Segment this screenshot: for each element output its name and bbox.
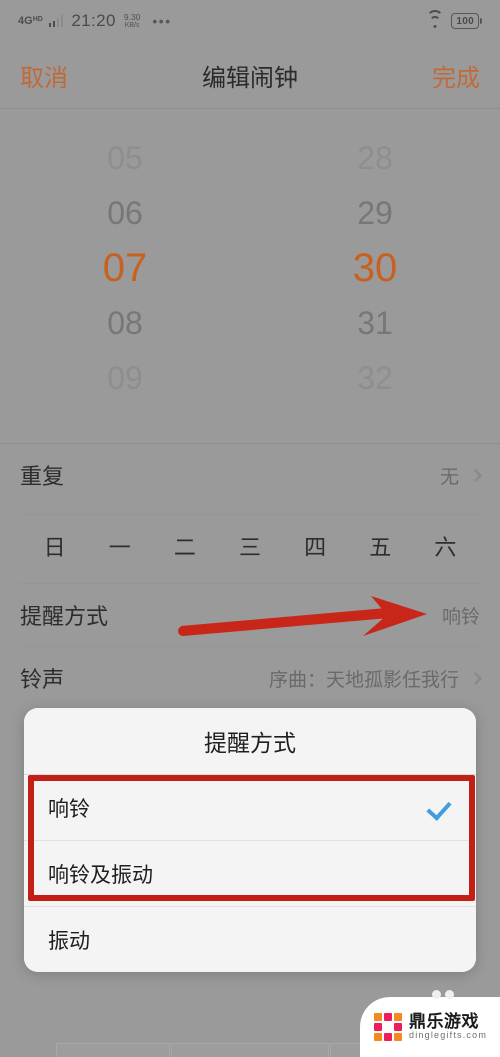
hour-option[interactable]: 08 [107, 296, 143, 351]
network-type-icon: 4G HD [18, 14, 43, 27]
signal-bars-icon [48, 15, 64, 27]
watermark-logo-icon [374, 1013, 402, 1041]
weekday-selector[interactable]: 日 一 二 三 四 五 六 [0, 515, 500, 577]
network-speed-unit: KB/s [124, 21, 140, 29]
repeat-value: 无 [439, 466, 459, 488]
dialog-option-ring[interactable]: 响铃 [24, 774, 476, 840]
nav-back-area[interactable] [56, 1043, 170, 1057]
hour-picker-column[interactable]: 05 06 07 08 09 [0, 112, 250, 425]
done-button[interactable]: 完成 [432, 58, 480, 93]
dialog-title: 提醒方式 [24, 708, 476, 774]
weekday-mon[interactable]: 一 [87, 530, 152, 562]
ringtone-value: 序曲：天地孤影任我行 [268, 669, 459, 691]
dialog-option-label: 响铃 [48, 797, 90, 821]
watermark-name-en: dinglegifts.com [409, 1030, 488, 1041]
status-bar: 4G HD 21:20 9.30 KB/s ••• 100 [0, 0, 500, 42]
weekday-fri[interactable]: 五 [348, 530, 413, 562]
dialog-option-label: 响铃及振动 [48, 863, 153, 887]
nav-home-area[interactable] [171, 1043, 329, 1057]
repeat-row[interactable]: 重复 无 [0, 444, 500, 506]
status-bar-left: 4G HD 21:20 9.30 KB/s ••• [18, 11, 426, 31]
watermark: 鼎乐游戏 dinglegifts.com [360, 990, 500, 1057]
hour-option-selected[interactable]: 07 [103, 241, 148, 296]
alarm-edit-screen: 4GHD 21:20 9.30 KB/s ••• 100 取消 编辑闹钟 完成 [0, 0, 500, 1057]
hour-option[interactable]: 06 [107, 186, 143, 241]
hour-option[interactable]: 09 [107, 351, 143, 406]
network-type-sup: HD [32, 15, 43, 23]
minute-option[interactable]: 31 [357, 296, 393, 351]
hour-option[interactable]: 05 [107, 131, 143, 186]
dialog-option-ring-vibrate[interactable]: 响铃及振动 [24, 840, 476, 906]
battery-level-label: 100 [456, 15, 474, 27]
weekday-tue[interactable]: 二 [152, 530, 217, 562]
reminder-method-value: 响铃 [441, 606, 480, 628]
time-picker[interactable]: 05 06 07 08 09 28 29 30 31 32 [0, 112, 500, 425]
weekday-sun[interactable]: 日 [22, 530, 87, 562]
reminder-method-dialog: 提醒方式 响铃 响铃及振动 振动 [24, 708, 476, 972]
minute-option-selected[interactable]: 30 [353, 241, 398, 296]
reminder-method-row[interactable]: 提醒方式 响铃 [0, 584, 500, 646]
status-bar-right: 100 [426, 9, 482, 29]
dialog-option-vibrate[interactable]: 振动 [24, 906, 476, 972]
ringtone-row[interactable]: 铃声 序曲：天地孤影任我行 [0, 647, 500, 709]
minute-picker-column[interactable]: 28 29 30 31 32 [250, 112, 500, 425]
network-type-label: 4G [18, 14, 33, 27]
page-title: 编辑闹钟 [202, 64, 298, 92]
header-divider [0, 108, 500, 109]
weekday-wed[interactable]: 三 [217, 530, 282, 562]
minute-option[interactable]: 29 [357, 186, 393, 241]
weekday-thu[interactable]: 四 [283, 530, 348, 562]
battery-icon: 100 [451, 13, 482, 29]
watermark-text: 鼎乐游戏 dinglegifts.com [409, 1011, 488, 1042]
watermark-name-cn: 鼎乐游戏 [409, 1011, 479, 1031]
check-icon [426, 795, 452, 821]
watermark-ears-icon [432, 990, 454, 999]
chevron-right-icon [469, 468, 482, 482]
status-clock: 21:20 [71, 11, 116, 30]
repeat-label: 重复 [20, 464, 65, 489]
minute-option[interactable]: 32 [357, 351, 393, 406]
cancel-button[interactable]: 取消 [20, 58, 68, 93]
network-speed: 9.30 KB/s [123, 11, 141, 29]
network-speed-value: 9.30 [123, 11, 141, 22]
ringtone-label: 铃声 [20, 667, 65, 692]
reminder-method-label: 提醒方式 [20, 604, 109, 629]
weekday-sat[interactable]: 六 [413, 530, 478, 562]
dialog-option-label: 振动 [48, 929, 90, 953]
wifi-icon [426, 9, 444, 28]
status-more-icon: ••• [152, 13, 172, 29]
page-header: 取消 编辑闹钟 完成 [0, 42, 500, 108]
chevron-right-icon [469, 671, 482, 685]
minute-option[interactable]: 28 [357, 131, 393, 186]
